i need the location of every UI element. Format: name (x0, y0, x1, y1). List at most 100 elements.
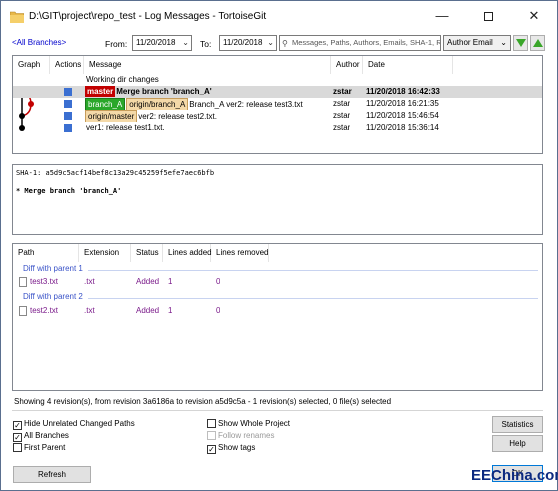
commit-sha: SHA-1: a5d9c5acf14bef8c13a29c45259f5efe7… (16, 169, 215, 177)
statistics-button[interactable]: Statistics (492, 416, 543, 433)
refresh-button[interactable]: Refresh (13, 466, 91, 483)
log-message-cell: origin/master ver2: release test2.txt. (85, 110, 330, 122)
maximize-icon (483, 12, 493, 22)
log-message: Branch_A ver2: release test3.txt (189, 100, 303, 109)
column-header-extension[interactable]: Extension (79, 244, 131, 262)
log-date: 11/20/2018 16:42:33 (366, 87, 440, 96)
search-field-value: Author Email (447, 38, 493, 47)
ref-tag-origin-branch-a: origin/branch_A (126, 98, 189, 110)
log-date: 11/20/2018 15:46:54 (366, 111, 439, 120)
all-branches-link[interactable]: <All Branches> (12, 38, 66, 47)
hide-unrelated-label: Hide Unrelated Changed Paths (24, 419, 135, 428)
group-diff-parent-1[interactable]: Diff with parent 1 (23, 264, 83, 273)
column-header-lines-removed[interactable]: Lines removed (211, 244, 269, 262)
file-icon (19, 277, 27, 287)
column-header-lines-added[interactable]: Lines added (163, 244, 212, 262)
checkbox-empty-icon (207, 431, 216, 440)
log-message: ver1: release test1.txt. (86, 123, 165, 132)
group-divider (88, 298, 538, 299)
chevron-down-icon: ⌄ (500, 38, 507, 47)
log-author: zstar (333, 87, 352, 96)
first-parent-label: First Parent (24, 443, 66, 452)
help-button[interactable]: Help (492, 435, 543, 452)
green-down-arrow-button[interactable] (513, 35, 528, 51)
to-label: To: (200, 39, 212, 49)
ref-tag-master: master (85, 86, 116, 97)
commit-action-icon (64, 88, 72, 96)
column-header-message[interactable]: Message (84, 56, 331, 74)
tortoisegit-folder-icon (10, 11, 24, 23)
column-header-date[interactable]: Date (363, 56, 453, 74)
file-path: test2.txt (30, 306, 59, 315)
checkbox-empty-icon (207, 419, 216, 428)
column-header-graph[interactable]: Graph (13, 56, 50, 74)
follow-renames-label: Follow renames (218, 431, 275, 440)
log-row[interactable]: origin/master ver2: release test2.txt. zs… (13, 110, 542, 122)
log-message-cell: branch_A origin/branch_A Branch_A ver2: re… (85, 98, 330, 110)
log-messages-window: D:\GIT\project\repo_test - Log Messages … (0, 0, 558, 491)
window-title: D:\GIT\project\repo_test - Log Messages … (29, 11, 267, 22)
checkbox-checked-icon: ✓ (13, 433, 22, 442)
changed-files-list[interactable]: Path Extension Status Lines added Lines … (12, 243, 543, 391)
file-lines-added: 1 (168, 306, 173, 315)
file-extension: .txt (84, 306, 95, 315)
file-icon (19, 306, 27, 316)
from-date-picker[interactable]: 11/20/2018 ⌄ (132, 35, 192, 51)
file-row[interactable]: test2.txt .txt Added 1 0 (13, 304, 542, 318)
close-button[interactable]: ✕ (511, 1, 557, 31)
column-header-author[interactable]: Author (331, 56, 363, 74)
minimize-icon: — (435, 8, 449, 23)
show-whole-project-checkbox[interactable]: Show Whole Project (207, 419, 290, 428)
log-row[interactable]: ver1: release test1.txt. zstar 11/20/201… (13, 122, 542, 134)
checkbox-checked-icon: ✓ (13, 421, 22, 430)
log-message: ver2: release test2.txt. (138, 112, 217, 121)
show-whole-project-label: Show Whole Project (218, 419, 291, 428)
working-dir-row[interactable]: Working dir changes (13, 74, 542, 86)
column-header-actions[interactable]: Actions (50, 56, 84, 74)
group-diff-parent-2[interactable]: Diff with parent 2 (23, 292, 83, 301)
commit-action-icon (64, 124, 72, 132)
hide-unrelated-checkbox[interactable]: ✓ Hide Unrelated Changed Paths (13, 419, 135, 430)
log-author: zstar (333, 123, 351, 132)
log-row[interactable]: branch_A origin/branch_A Branch_A ver2: re… (13, 98, 542, 110)
search-field-select[interactable]: Author Email ⌄ (443, 35, 511, 51)
file-lines-removed: 0 (216, 277, 221, 286)
file-lines-added: 1 (168, 277, 173, 286)
column-header-status[interactable]: Status (131, 244, 163, 262)
log-message: Merge branch 'branch_A' (116, 87, 212, 96)
search-icon: ⚲ (282, 39, 288, 48)
log-list[interactable]: Graph Actions Message Author Date Workin… (12, 55, 543, 154)
maximize-button[interactable] (465, 1, 511, 31)
show-tags-label: Show tags (218, 443, 256, 452)
search-input[interactable]: ⚲ Messages, Paths, Authors, Emails, SHA-… (279, 35, 441, 51)
divider (12, 410, 543, 411)
ref-tag-branch-a: branch_A (85, 98, 126, 110)
ref-tag-origin-master: origin/master (85, 110, 138, 122)
file-row[interactable]: test3.txt .txt Added 1 0 (13, 275, 542, 289)
checkbox-empty-icon (13, 443, 22, 452)
log-date: 11/20/2018 16:21:35 (366, 99, 439, 108)
log-date: 11/20/2018 15:36:14 (366, 123, 439, 132)
column-header-path[interactable]: Path (13, 244, 79, 262)
green-up-arrow-button[interactable] (530, 35, 545, 51)
log-row[interactable]: master Merge branch 'branch_A' zstar 11/2… (13, 86, 542, 98)
log-author: zstar (333, 111, 351, 120)
file-lines-removed: 0 (216, 306, 221, 315)
working-dir-label: Working dir changes (86, 75, 159, 84)
watermark-text: EEChina.com (471, 467, 558, 484)
title-bar: D:\GIT\project\repo_test - Log Messages … (1, 1, 557, 31)
commit-action-icon (64, 100, 72, 108)
arrow-down-icon (516, 39, 526, 47)
first-parent-checkbox[interactable]: First Parent (13, 443, 65, 452)
file-extension: .txt (84, 277, 95, 286)
commit-action-icon (64, 112, 72, 120)
minimize-button[interactable]: — (419, 1, 465, 31)
to-date-picker[interactable]: 11/20/2018 ⌄ (219, 35, 277, 51)
commit-message-panel[interactable]: SHA-1: a5d9c5acf14bef8c13a29c45259f5efe7… (12, 164, 543, 235)
all-branches-checkbox[interactable]: ✓ All Branches (13, 431, 69, 442)
show-tags-checkbox[interactable]: ✓ Show tags (207, 443, 255, 454)
all-branches-label: All Branches (24, 431, 69, 440)
to-date-value: 11/20/2018 (223, 38, 263, 47)
follow-renames-checkbox[interactable]: Follow renames (207, 431, 274, 440)
search-placeholder: Messages, Paths, Authors, Emails, SHA-1,… (292, 38, 441, 47)
